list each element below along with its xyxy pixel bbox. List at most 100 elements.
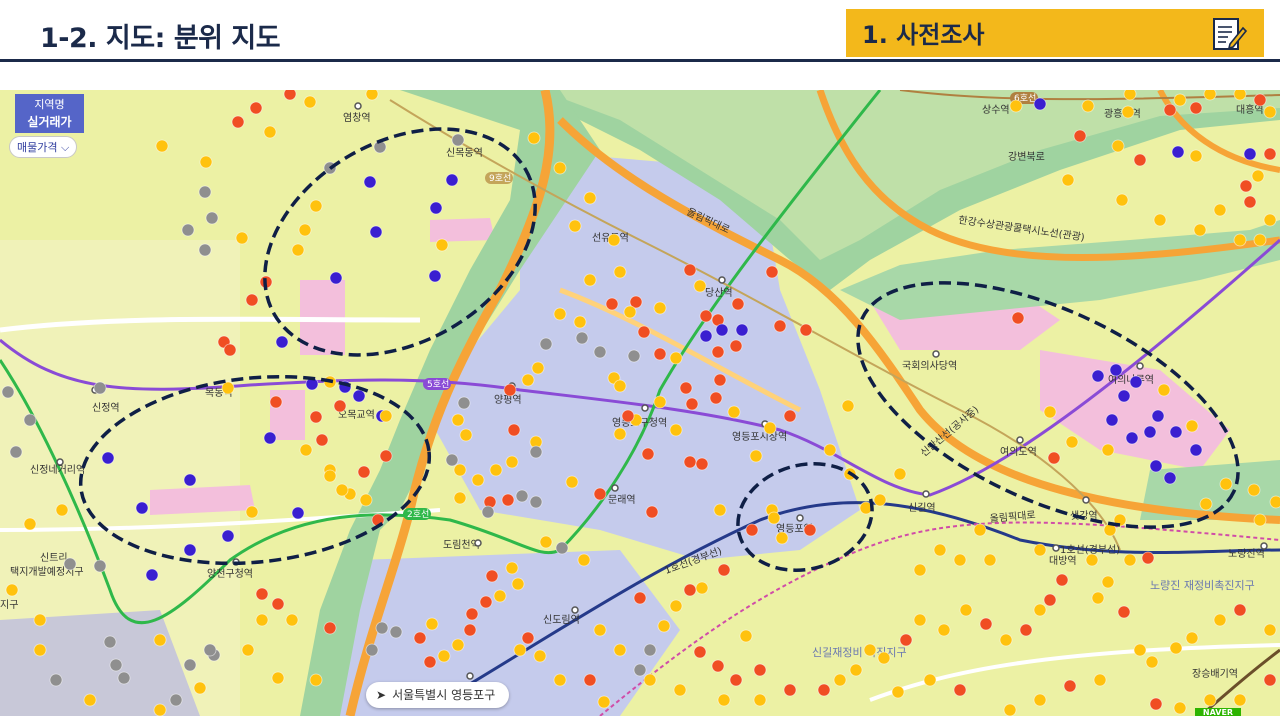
price-dot <box>735 323 749 337</box>
price-dot <box>823 443 837 457</box>
price-dot <box>309 199 323 213</box>
price-dot <box>1199 497 1213 511</box>
price-dot <box>553 161 567 175</box>
price-dot <box>357 465 371 479</box>
price-dot <box>1133 153 1147 167</box>
price-dot <box>249 101 263 115</box>
price-dot <box>653 395 667 409</box>
price-dot <box>1073 129 1087 143</box>
price-dot <box>183 543 197 557</box>
price-dot <box>783 683 797 697</box>
price-dot <box>329 271 343 285</box>
map-canvas[interactable]: 염창역 신목동역 선유도역 당산역 오목교역 목동역 신정역 신정네거리역 양평… <box>0 90 1280 716</box>
price-dot <box>891 685 905 699</box>
legend-region-label[interactable]: 지역명 <box>15 94 84 112</box>
price-dot <box>1081 99 1095 113</box>
price-dot <box>1141 551 1155 565</box>
price-dot <box>365 90 379 101</box>
price-dot <box>413 631 427 645</box>
price-dot <box>153 703 167 716</box>
price-dot <box>93 381 107 395</box>
price-dot <box>33 613 47 627</box>
price-dot <box>627 349 641 363</box>
price-dot <box>255 613 269 627</box>
price-dot <box>183 658 197 672</box>
price-dot <box>893 467 907 481</box>
price-dot <box>979 617 993 631</box>
price-dot <box>63 557 77 571</box>
price-dot <box>699 309 713 323</box>
label-line2: 2호선 <box>407 509 429 520</box>
price-dot <box>1263 213 1277 227</box>
price-dot <box>583 191 597 205</box>
legend-price-toggle[interactable]: 매물가격 ⌵ <box>9 136 78 158</box>
price-dot <box>493 589 507 603</box>
price-dot <box>221 529 235 543</box>
price-dot <box>198 185 212 199</box>
price-dot <box>425 617 439 631</box>
price-dot <box>573 315 587 329</box>
price-dot <box>1091 591 1105 605</box>
map-view[interactable]: 염창역 신목동역 선유도역 당산역 오목교역 목동역 신정역 신정네거리역 양평… <box>0 90 1280 716</box>
location-pill[interactable]: ➤ 서울특별시 영등포구 <box>366 682 510 708</box>
price-dot <box>1171 145 1185 159</box>
price-dot <box>575 331 589 345</box>
price-dot <box>1243 195 1257 209</box>
price-dot <box>683 583 697 597</box>
label-mullae: 문래역 <box>608 494 636 506</box>
price-dot <box>568 219 582 233</box>
price-dot <box>255 587 269 601</box>
price-dot <box>1269 495 1280 509</box>
price-dot <box>352 389 366 403</box>
price-dot <box>263 125 277 139</box>
price-dot <box>753 693 767 707</box>
price-dot <box>9 445 23 459</box>
map-legend[interactable]: 지역명 실거래가 매물가격 ⌵ <box>9 94 84 158</box>
price-dot <box>423 655 437 669</box>
price-dot <box>711 345 725 359</box>
price-dot <box>363 175 377 189</box>
document-pen-icon <box>1213 18 1248 50</box>
price-dot <box>145 568 159 582</box>
legend-trade-label[interactable]: 실거래가 <box>15 112 84 133</box>
price-dot <box>693 645 707 659</box>
price-dot <box>379 449 393 463</box>
price-dot <box>451 133 465 147</box>
price-dot <box>1163 471 1177 485</box>
price-dot <box>713 373 727 387</box>
price-dot <box>605 297 619 311</box>
price-dot <box>729 339 743 353</box>
price-dot <box>653 301 667 315</box>
price-dot <box>1065 435 1079 449</box>
price-dot <box>553 673 567 687</box>
price-dot <box>1129 375 1143 389</box>
price-dot <box>695 581 709 595</box>
label-singil-district: 신길재정비 촉진지구 <box>812 646 907 659</box>
price-dot <box>83 693 97 707</box>
price-dot <box>275 335 289 349</box>
label-dangsan: 당산역 <box>705 287 733 299</box>
price-dot <box>1239 179 1253 193</box>
price-dot <box>457 396 471 410</box>
price-dot <box>435 238 449 252</box>
price-dot <box>959 603 973 617</box>
price-dot <box>1109 363 1123 377</box>
price-dot <box>833 673 847 687</box>
price-dot <box>669 351 683 365</box>
price-dot <box>715 323 729 337</box>
price-dot <box>933 543 947 557</box>
label-sangsu: 상수역 <box>982 104 1010 116</box>
price-dot <box>669 599 683 613</box>
price-dot <box>507 423 521 437</box>
price-dot <box>515 489 529 503</box>
price-dot <box>593 623 607 637</box>
price-dot <box>505 455 519 469</box>
price-dot <box>1263 147 1277 161</box>
price-dot <box>913 563 927 577</box>
price-dot <box>169 693 183 707</box>
label-noryangjin-district: 노량진 재정비촉진지구 <box>1150 579 1255 592</box>
price-dot <box>1085 553 1099 567</box>
price-dot <box>117 671 131 685</box>
price-dot <box>1117 605 1131 619</box>
price-dot <box>269 395 283 409</box>
